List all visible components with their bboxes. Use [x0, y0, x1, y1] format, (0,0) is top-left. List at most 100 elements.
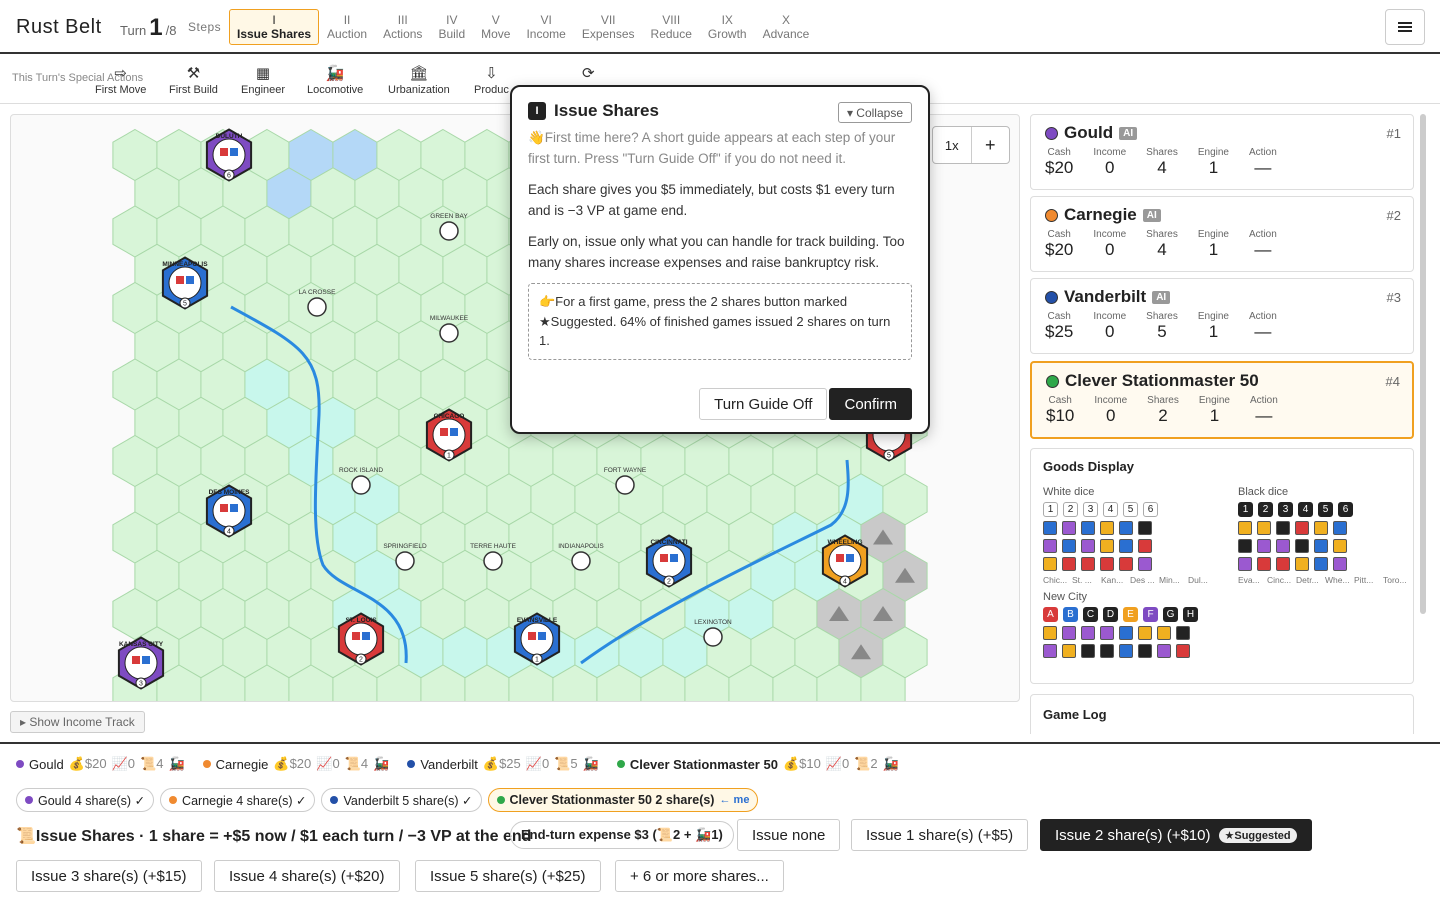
grid-icon: ▦	[255, 65, 271, 82]
step-tab-10[interactable]: X Advance	[755, 9, 818, 45]
player-card[interactable]: Vanderbilt AI #3 Cash $25 Income 0 Shares 5 Engin…	[1030, 278, 1414, 354]
issue-3-button[interactable]: Issue 3 share(s) (+$15)	[16, 860, 202, 892]
summary-cash: 💰$20	[273, 756, 312, 771]
share-chip: Gould 4 share(s) ✓	[16, 788, 155, 812]
zoom-in-button[interactable]: +	[970, 127, 1010, 163]
production-icon: ⇩	[485, 65, 498, 82]
city-label: MINNEAPOLIS	[162, 261, 208, 268]
guide-paragraph-1: Each share gives you $5 immediately, but…	[528, 182, 895, 218]
player-card[interactable]: Clever Stationmaster 50 #4 Cash $10 Income 0 S…	[1030, 361, 1414, 439]
city-label: CHICAGO	[434, 413, 465, 420]
new-city-letter: B	[1063, 607, 1078, 622]
town-label: LEXINGTON	[694, 619, 732, 626]
goods-cube	[1276, 521, 1290, 535]
special-first-build[interactable]: ⚒ First Build	[169, 64, 218, 96]
summary-eng: 🚂	[582, 756, 599, 771]
summary-income: 📈0	[316, 756, 340, 771]
player-card[interactable]: Carnegie AI #2 Cash $20 Income 0 Shares 4 Engine 1…	[1030, 196, 1414, 272]
goods-cube	[1081, 644, 1095, 658]
building-icon: 🏛	[409, 65, 429, 82]
step-tab-1[interactable]: I Issue Shares	[229, 9, 320, 45]
new-city-letter: H	[1183, 607, 1198, 622]
step-tab-2[interactable]: II Auction	[319, 9, 375, 45]
stat-action: Action —	[1249, 229, 1277, 260]
step-roman: VI	[540, 13, 552, 27]
city-label: ST. LOUIS	[345, 617, 377, 624]
hammer-icon: ⚒	[186, 65, 201, 82]
show-income-track-button[interactable]: ▸ Show Income Track	[10, 711, 145, 733]
step-tab-3[interactable]: III Actions	[375, 9, 430, 45]
goods-cube	[1295, 521, 1309, 535]
top-bar: Rust Belt Turn 1 /8 Steps I Issue Shares I…	[0, 0, 1440, 54]
goods-cube	[1257, 539, 1271, 553]
zoom-level[interactable]: 1x	[933, 127, 971, 163]
step-tab-9[interactable]: IX Growth	[700, 9, 755, 45]
step-tab-4[interactable]: IV Build	[430, 9, 473, 45]
confirm-button[interactable]: Confirm	[829, 388, 912, 420]
city-number: 2	[359, 657, 363, 664]
goods-cube	[1081, 521, 1095, 535]
special-production[interactable]: ⇩ Produc	[474, 64, 509, 96]
issue-6-plus-button[interactable]: + 6 or more shares...	[615, 860, 784, 892]
player-rank: #1	[1386, 126, 1401, 141]
goods-display: Goods Display White dice 1 2 3 4 5 6 Chic... St…	[1030, 448, 1414, 684]
step-roman: IV	[446, 13, 458, 27]
step-tab-6[interactable]: VI Income	[518, 9, 573, 45]
town-label: FORT WAYNE	[604, 467, 647, 474]
goods-cube	[1176, 626, 1190, 640]
stat-value: $20	[1045, 240, 1074, 259]
town-label: LA CROSSE	[299, 289, 337, 296]
new-city-letter: C	[1083, 607, 1098, 622]
turn-guide-off-button[interactable]: Turn Guide Off	[699, 388, 828, 420]
city-number: 5	[183, 301, 187, 308]
step-roman: X	[781, 13, 790, 27]
goods-cube	[1062, 644, 1076, 658]
new-city-label: New City	[1043, 591, 1088, 603]
goods-cube	[1138, 521, 1152, 535]
special-refresh[interactable]: ⟳	[582, 64, 595, 84]
player-card[interactable]: Gould AI #1 Cash $20 Income 0 Shares 4 Engine 1 Act…	[1030, 114, 1414, 190]
side-scrollbar[interactable]	[1420, 114, 1426, 614]
turn-label: Turn	[120, 23, 147, 38]
menu-button[interactable]	[1385, 9, 1425, 45]
special-first-move[interactable]: ⇨ First Move	[95, 64, 146, 96]
player-name: Clever Stationmaster 50	[1065, 371, 1259, 390]
stat-shares: Shares 4	[1146, 229, 1178, 260]
step-name: Issue Shares	[237, 27, 312, 41]
step-tab-5[interactable]: V Move	[473, 9, 518, 45]
city-number: 2	[667, 579, 671, 586]
summary-cash: 💰$25	[482, 756, 521, 771]
issue-2-button[interactable]: Issue 2 share(s) (+$10) ★Suggested	[1040, 819, 1312, 851]
issue-5-button[interactable]: Issue 5 share(s) (+$25)	[415, 860, 601, 892]
die-face: 3	[1278, 502, 1293, 517]
player-name-row: Clever Stationmaster 50	[1046, 371, 1398, 391]
new-city-letter: F	[1143, 607, 1158, 622]
summary-eng: 🚂	[882, 756, 899, 771]
player-rank: #4	[1385, 374, 1400, 389]
stat-label: Cash	[1047, 147, 1071, 158]
step-tabs: I Issue Shares II Auction III Actions IV Build V…	[229, 9, 817, 45]
step-tab-7[interactable]: VII Expenses	[574, 9, 643, 45]
goods-city-name: Des ...	[1130, 575, 1154, 585]
special-engineer[interactable]: ▦ Engineer	[241, 64, 285, 96]
issue-none-button[interactable]: Issue none	[737, 819, 841, 851]
city-number: 1	[447, 453, 451, 460]
ai-badge: AI	[1152, 290, 1171, 304]
special-locomotive[interactable]: 🚂 Locomotive	[307, 64, 363, 96]
stat-label: Cash	[1048, 395, 1072, 406]
goods-cube	[1238, 557, 1252, 571]
step-tab-8[interactable]: VIII Reduce	[643, 9, 700, 45]
guide-intro: 👋First time here? A short guide appears …	[528, 130, 896, 166]
collapse-button[interactable]: ▾ Collapse	[837, 102, 912, 123]
app-title: Rust Belt	[16, 16, 102, 38]
town-label: GREEN BAY	[430, 213, 468, 220]
issue-4-button[interactable]: Issue 4 share(s) (+$20)	[214, 860, 400, 892]
player-name: Vanderbilt	[1064, 287, 1147, 306]
goods-city-name: Chic...	[1043, 575, 1067, 585]
summary-name: Vanderbilt	[420, 756, 478, 772]
summary-item: Vanderbilt 💰$25 📈0 📜5 🚂	[407, 756, 599, 772]
goods-cube	[1138, 557, 1152, 571]
step-name: Reduce	[650, 27, 692, 41]
special-urbanization[interactable]: 🏛 Urbanization	[388, 64, 450, 96]
issue-1-button[interactable]: Issue 1 share(s) (+$5)	[851, 819, 1029, 851]
